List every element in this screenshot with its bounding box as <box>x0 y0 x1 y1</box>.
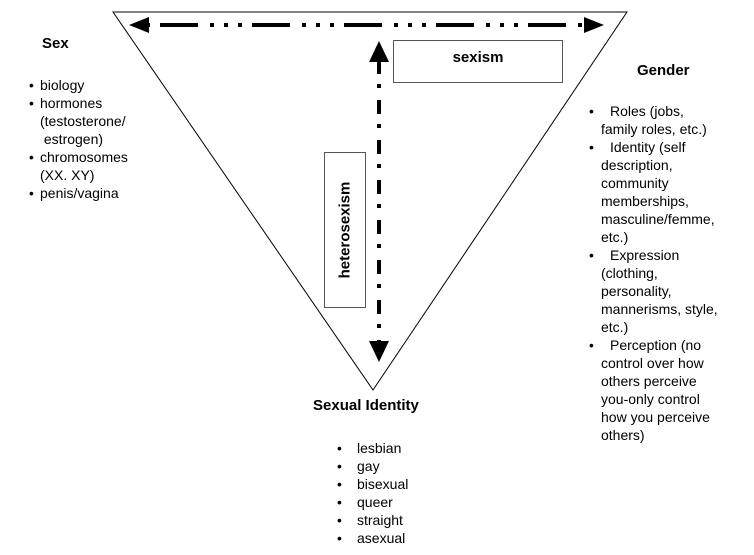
bullet-icon: • <box>337 476 342 492</box>
list-item-line: (testosterone/ <box>40 113 126 129</box>
list-item: • biology <box>27 76 147 94</box>
list-item-line: personality, <box>601 283 672 299</box>
list-item-line: Perception (no <box>610 337 702 353</box>
bullet-icon: • <box>337 440 342 456</box>
list-item-line: control over how <box>601 355 704 371</box>
list-item: • Expression (clothing, personality, manneri… <box>586 246 746 336</box>
sexual-identity-list: • lesbian • gay • bisexual • queer • straight • ase… <box>337 439 457 547</box>
list-item-line: mannerisms, style, <box>601 301 718 317</box>
list-item-line: bisexual <box>357 476 409 492</box>
list-item-line: asexual <box>357 530 406 546</box>
list-item: • gay <box>337 457 457 475</box>
sex-gender-arrow <box>129 17 604 33</box>
list-item-line: how you perceive <box>601 409 710 425</box>
list-item: • bisexual <box>337 475 457 493</box>
list-item-line: straight <box>357 512 403 528</box>
list-item-line: Identity (self <box>610 139 686 155</box>
bullet-icon: • <box>589 337 594 353</box>
list-item-line: lesbian <box>357 440 402 456</box>
arrowhead-down-icon <box>369 341 389 362</box>
list-item-line: family roles, etc.) <box>601 121 707 137</box>
list-item-line: biology <box>40 77 85 93</box>
list-item-line: Roles (jobs, <box>610 103 684 119</box>
list-item-line: hormones <box>40 95 103 111</box>
bullet-icon: • <box>29 149 34 165</box>
sex-title: Sex <box>42 35 69 52</box>
list-item-line: (clothing, <box>601 265 658 281</box>
list-item-line: queer <box>357 494 393 510</box>
bullet-icon: • <box>337 530 342 546</box>
list-item-line: etc.) <box>601 319 629 335</box>
list-item-line: others perceive <box>601 373 697 389</box>
list-item-line: penis/vagina <box>40 185 119 201</box>
list-item-line: estrogen) <box>40 131 104 147</box>
bullet-icon: • <box>337 458 342 474</box>
arrowhead-right-icon <box>584 17 604 33</box>
bullet-icon: • <box>589 139 594 155</box>
list-item-line: chromosomes <box>40 149 128 165</box>
bullet-icon: • <box>589 247 594 263</box>
list-item-line: Expression <box>610 247 680 263</box>
list-item: • Identity (self description, community memb… <box>586 138 746 246</box>
sex-list: • biology • hormones (testosterone/ estrogen… <box>27 76 147 202</box>
gender-sexual-identity-arrow <box>369 41 389 362</box>
list-item-line: (XX. XY) <box>40 167 95 183</box>
bullet-icon: • <box>29 185 34 201</box>
bullet-icon: • <box>337 512 342 528</box>
bullet-icon: • <box>29 77 34 93</box>
bullet-icon: • <box>337 494 342 510</box>
list-item: • hormones (testosterone/ estrogen) <box>27 94 147 148</box>
bullet-icon: • <box>589 103 594 119</box>
list-item: • asexual <box>337 529 457 547</box>
list-item-line: you-only control <box>601 391 700 407</box>
gender-title: Gender <box>637 62 690 79</box>
bullet-icon: • <box>29 95 34 111</box>
list-item: • straight <box>337 511 457 529</box>
list-item-line: memberships, <box>601 193 689 209</box>
list-item-line: description, <box>601 157 673 173</box>
gender-list: • Roles (jobs, family roles, etc.) • Identit… <box>586 102 746 444</box>
list-item: • queer <box>337 493 457 511</box>
list-item-line: community <box>601 175 669 191</box>
heterosexism-label-container: heterosexism <box>324 152 366 307</box>
list-item-line: etc.) <box>601 229 629 245</box>
list-item: • lesbian <box>337 439 457 457</box>
arrowhead-left-icon <box>129 17 149 33</box>
list-item-line: masculine/femme, <box>601 211 715 227</box>
list-item-line: others) <box>601 427 645 443</box>
list-item: • chromosomes (XX. XY) <box>27 148 147 184</box>
list-item-line: gay <box>357 458 380 474</box>
sexism-label: sexism <box>452 49 504 66</box>
list-item: • Perception (no control over how others pe… <box>586 336 746 444</box>
heterosexism-label: heterosexism <box>336 181 354 278</box>
arrowhead-up-icon <box>369 41 389 62</box>
list-item: • penis/vagina <box>27 184 147 202</box>
list-item: • Roles (jobs, family roles, etc.) <box>586 102 746 138</box>
sexual-identity-title: Sexual Identity <box>313 397 419 414</box>
